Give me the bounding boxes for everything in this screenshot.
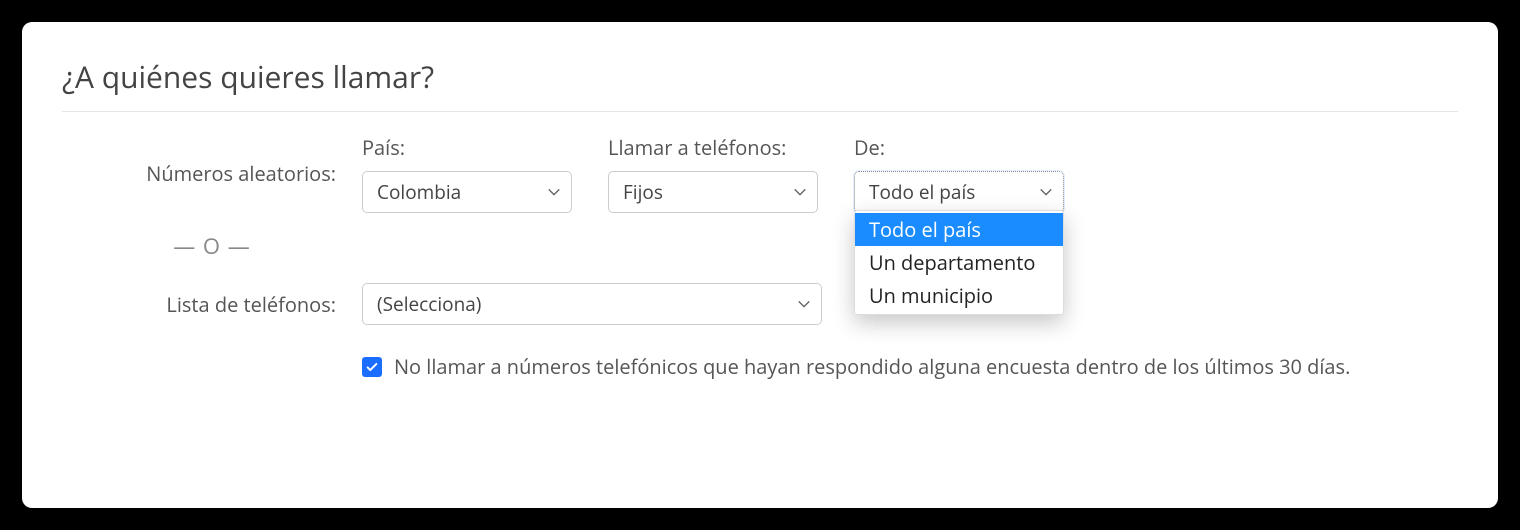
divider (62, 111, 1458, 112)
row-or: — O — (62, 231, 1458, 261)
or-separator: — O — (62, 231, 362, 261)
label-phone-list: Lista de teléfonos: (62, 291, 362, 318)
dropdown-option[interactable]: Todo el país (855, 213, 1063, 246)
label-country: País: (362, 134, 572, 161)
form-area: Números aleatorios: País: Colombia Llama… (62, 134, 1458, 380)
field-phone-type: Llamar a teléfonos: Fijos (608, 134, 818, 213)
select-phone-type[interactable]: Fijos (608, 171, 818, 213)
row-phone-list: Lista de teléfonos: (Selecciona) (62, 283, 1458, 325)
field-country: País: Colombia (362, 134, 572, 213)
dropdown-option[interactable]: Un municipio (855, 279, 1063, 312)
select-phone-list-value: (Selecciona) (377, 291, 481, 317)
select-country-value: Colombia (377, 179, 461, 205)
select-from[interactable]: Todo el país (854, 171, 1064, 213)
chevron-down-icon (793, 185, 807, 199)
checkbox-no-repeat[interactable] (362, 357, 382, 377)
fields-phone-list: (Selecciona) (362, 283, 822, 325)
select-phone-list[interactable]: (Selecciona) (362, 283, 822, 325)
label-call-phones: Llamar a teléfonos: (608, 134, 818, 161)
fields-random: País: Colombia Llamar a teléfonos: Fijos (362, 134, 1064, 213)
chevron-down-icon (547, 185, 561, 199)
field-from: De: Todo el país Todo el paísUn departam… (854, 134, 1064, 213)
dropdown-option[interactable]: Un departamento (855, 246, 1063, 279)
row-random-numbers: Números aleatorios: País: Colombia Llama… (62, 134, 1458, 213)
panel: ¿A quiénes quieres llamar? Números aleat… (22, 22, 1498, 508)
page-title: ¿A quiénes quieres llamar? (62, 56, 1458, 97)
chevron-down-icon (1039, 185, 1053, 199)
label-from: De: (854, 134, 1064, 161)
dropdown-from[interactable]: Todo el paísUn departamentoUn municipio (854, 210, 1064, 315)
select-phone-type-value: Fijos (623, 179, 663, 205)
checkbox-label: No llamar a números telefónicos que haya… (394, 353, 1350, 380)
label-random-numbers: Números aleatorios: (62, 160, 362, 187)
select-from-value: Todo el país (869, 179, 975, 205)
select-country[interactable]: Colombia (362, 171, 572, 213)
row-checkbox: No llamar a números telefónicos que haya… (62, 353, 1458, 380)
chevron-down-icon (797, 297, 811, 311)
